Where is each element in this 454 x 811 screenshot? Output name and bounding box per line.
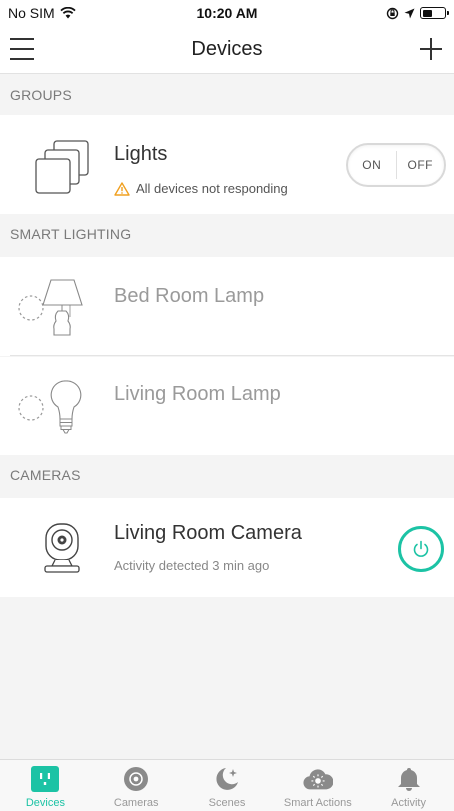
status-left: No SIM bbox=[8, 5, 76, 21]
bell-icon bbox=[394, 765, 424, 793]
tab-label: Cameras bbox=[113, 797, 159, 809]
device-row-living-room-lamp[interactable]: Living Room Lamp bbox=[0, 357, 454, 455]
section-header-groups: GROUPS bbox=[0, 75, 454, 115]
group-stack-icon bbox=[35, 140, 89, 194]
tab-label: Devices bbox=[25, 797, 65, 809]
group-name: Lights bbox=[114, 143, 168, 165]
row-divider bbox=[10, 355, 454, 356]
plug-icon bbox=[30, 765, 60, 793]
camera-lens-icon bbox=[121, 765, 151, 793]
section-header-smart-lighting: SMART LIGHTING bbox=[0, 214, 454, 254]
power-icon bbox=[413, 540, 429, 557]
wifi-icon bbox=[60, 7, 76, 19]
warning-icon bbox=[114, 181, 130, 196]
tab-cameras[interactable]: Cameras bbox=[91, 760, 182, 811]
device-row-bed-room-lamp[interactable]: Bed Room Lamp bbox=[0, 257, 454, 356]
moon-icon bbox=[212, 765, 242, 793]
tab-label: Scenes bbox=[208, 797, 246, 809]
group-warning: All devices not responding bbox=[114, 181, 288, 196]
lamp-icon bbox=[18, 279, 83, 336]
camera-device-icon bbox=[44, 523, 80, 573]
section-header-cameras: CAMERAS bbox=[0, 455, 454, 495]
camera-name: Living Room Camera bbox=[114, 522, 302, 544]
location-icon bbox=[404, 8, 415, 18]
warning-text: All devices not responding bbox=[136, 181, 288, 196]
tab-smart-actions[interactable]: Smart Actions bbox=[272, 760, 363, 811]
tab-scenes[interactable]: Scenes bbox=[182, 760, 273, 811]
device-row-living-room-camera[interactable]: Living Room Camera Activity detected 3 m… bbox=[0, 498, 454, 597]
toggle-off-button[interactable]: OFF bbox=[397, 158, 445, 172]
tab-label: Activity bbox=[391, 797, 426, 809]
tab-label: Smart Actions bbox=[283, 797, 352, 809]
hamburger-icon bbox=[10, 38, 34, 40]
tab-bar: Devices Cameras Scenes Smart Actions Act… bbox=[0, 759, 454, 811]
toggle-on-button[interactable]: ON bbox=[348, 158, 396, 172]
page-title: Devices bbox=[191, 38, 263, 60]
tab-activity[interactable]: Activity bbox=[363, 760, 454, 811]
device-name: Living Room Lamp bbox=[114, 383, 281, 405]
status-right bbox=[386, 7, 449, 20]
bulb-icon bbox=[18, 380, 82, 434]
cloud-sun-icon bbox=[303, 765, 333, 793]
device-name: Bed Room Lamp bbox=[114, 285, 265, 307]
camera-power-button[interactable] bbox=[398, 526, 444, 572]
group-toggle[interactable]: ON OFF bbox=[346, 143, 446, 187]
camera-activity: Activity detected 3 min ago bbox=[114, 558, 270, 573]
battery-icon bbox=[420, 7, 449, 19]
status-bar: No SIM 10:20 AM bbox=[0, 0, 454, 26]
nav-bar: Devices bbox=[0, 26, 454, 74]
group-row-lights[interactable]: Lights All devices not responding ON OFF bbox=[0, 115, 454, 214]
add-device-button[interactable] bbox=[418, 36, 444, 62]
carrier-label: No SIM bbox=[8, 5, 55, 21]
orientation-lock-icon bbox=[386, 7, 399, 19]
tab-devices[interactable]: Devices bbox=[0, 760, 91, 811]
menu-button[interactable] bbox=[10, 38, 34, 60]
